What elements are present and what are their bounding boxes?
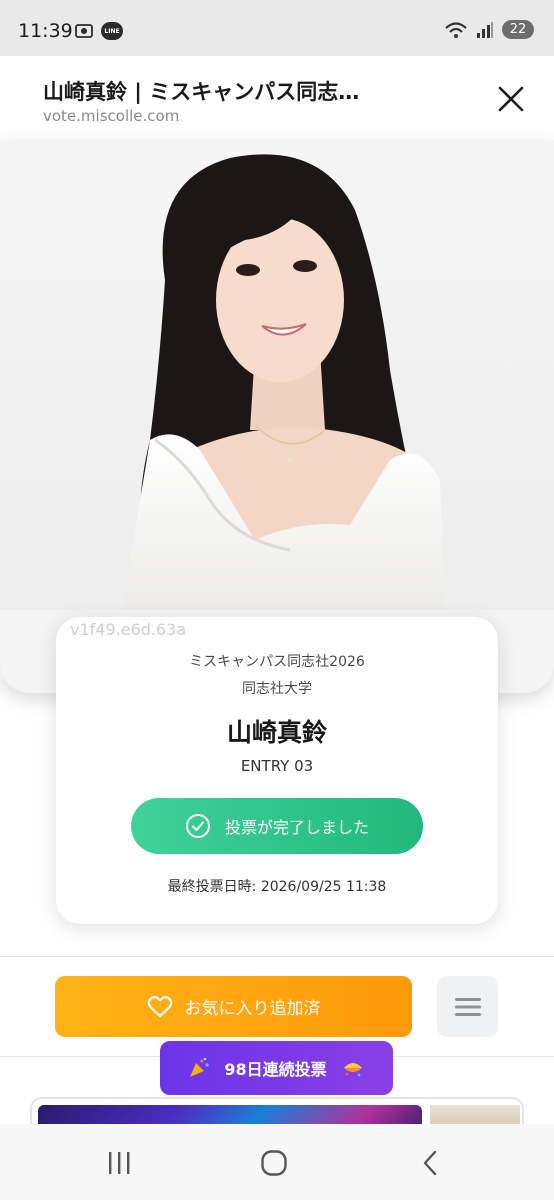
candidate-photo (0, 140, 554, 693)
wifi-icon (445, 21, 467, 38)
menu-button[interactable] (437, 976, 498, 1037)
line-icon: LINE (101, 22, 123, 40)
candidate-name: 山崎真鈴 (226, 718, 327, 747)
streak-label: 98日連続投票 (224, 1060, 327, 1079)
status-bar: 11:39 LINE 22 (0, 0, 554, 60)
back-button[interactable] (410, 1146, 450, 1180)
confetti-ball-icon (343, 1063, 362, 1077)
last-vote-time: 最終投票日時: 2026/09/25 11:38 (167, 879, 387, 895)
home-icon (261, 1150, 287, 1176)
hamburger-icon (454, 997, 481, 1016)
vote-complete-button[interactable]: 投票が完了しました (131, 798, 423, 854)
status-time: 11:39 (18, 20, 73, 42)
vote-complete-label: 投票が完了しました (224, 818, 369, 837)
system-nav-bar (0, 1124, 554, 1200)
back-icon (423, 1150, 437, 1176)
home-button[interactable] (254, 1146, 294, 1180)
close-icon[interactable] (494, 82, 528, 116)
party-popper-icon (190, 1057, 209, 1077)
page-title: 山崎真鈴 | ミスキャンパス同志… (43, 80, 360, 104)
status-icons-right: 22 (444, 20, 534, 39)
hero-photo: v1f49.e6d.63a (0, 140, 554, 693)
university-name: 同志社大学 (242, 681, 312, 697)
contest-name: ミスキャンパス同志社2026 (189, 654, 365, 670)
streak-badge[interactable]: 98日連続投票 (160, 1041, 393, 1095)
favorite-button[interactable]: お気に入り追加済 (55, 976, 412, 1037)
recent-apps-icon (109, 1152, 130, 1174)
divider-top (0, 956, 554, 957)
watermark-lower: v1f49.e6d.63a (70, 620, 187, 639)
browser-header: 山崎真鈴 | ミスキャンパス同志… vote.miscolle.com (0, 56, 554, 140)
status-icons-left: LINE (75, 22, 123, 40)
profile-card: ミスキャンパス同志社2026 同志社大学 山崎真鈴 ENTRY 03 投票が完了… (56, 617, 498, 924)
recent-apps-button[interactable] (99, 1146, 139, 1180)
favorite-label: お気に入り追加済 (184, 999, 321, 1019)
check-circle-icon (185, 814, 210, 838)
page-url: vote.miscolle.com (43, 107, 180, 125)
heart-icon (147, 995, 172, 1017)
signal-icon (477, 21, 493, 38)
screenshot-icon (75, 24, 93, 38)
entry-number: ENTRY 03 (240, 757, 314, 775)
battery-icon: 22 (502, 20, 534, 39)
